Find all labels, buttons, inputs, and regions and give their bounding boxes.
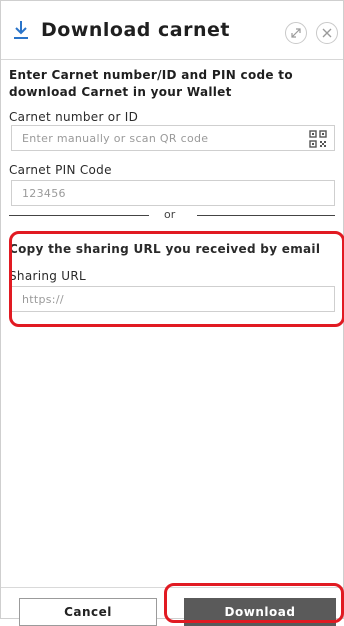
download-arrow-icon xyxy=(14,21,28,39)
close-button[interactable] xyxy=(316,22,338,44)
divider-right xyxy=(197,215,335,216)
carnet-number-label: Carnet number or ID xyxy=(9,110,139,124)
carnet-number-placeholder: Enter manually or scan QR code xyxy=(22,132,209,145)
divider-left xyxy=(9,215,149,216)
expand-icon xyxy=(291,28,301,38)
or-separator: or xyxy=(164,208,176,221)
download-carnet-dialog: Download carnet Enter Carnet number/ID a… xyxy=(0,0,344,626)
pin-label: Carnet PIN Code xyxy=(9,163,112,177)
sharing-url-highlight xyxy=(9,231,344,327)
intro-text: Enter Carnet number/ID and PIN code to d… xyxy=(9,68,293,99)
dialog-header: Download carnet xyxy=(1,1,343,60)
expand-button[interactable] xyxy=(285,22,307,44)
cancel-button[interactable]: Cancel xyxy=(19,598,157,626)
pin-placeholder: 123456 xyxy=(22,187,66,200)
carnet-number-input[interactable]: Enter manually or scan QR code xyxy=(11,125,335,151)
pin-input[interactable]: 123456 xyxy=(11,180,335,206)
download-button-highlight xyxy=(164,583,344,623)
dialog-title: Download carnet xyxy=(41,19,230,41)
qr-code-icon[interactable] xyxy=(307,128,329,150)
close-icon xyxy=(322,28,332,38)
